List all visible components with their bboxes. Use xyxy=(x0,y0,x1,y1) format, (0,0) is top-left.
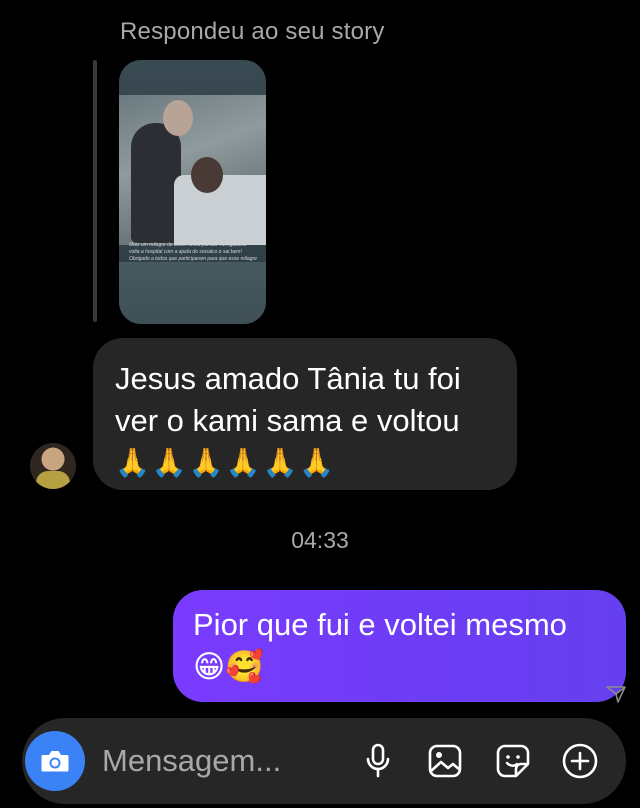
voice-message-button[interactable] xyxy=(357,740,399,782)
message-input[interactable] xyxy=(102,740,342,782)
story-photo xyxy=(119,95,266,245)
message-text-line: Pior que fui e voltei mesmo xyxy=(193,607,567,642)
message-emoji-line: 😁🥰 xyxy=(193,649,264,684)
camera-icon xyxy=(41,751,69,772)
incoming-message-bubble[interactable]: Jesus amado Tânia tu foi ver o kami sama… xyxy=(93,338,517,490)
sender-avatar[interactable] xyxy=(30,443,76,489)
message-text-line: ver o kami sama e voltou xyxy=(115,403,460,438)
message-timestamp: 04:33 xyxy=(291,527,349,553)
seen-icon xyxy=(606,686,626,703)
story-thumbnail[interactable]: Mais um milagre de Deus nessa parada #am… xyxy=(119,60,266,324)
outgoing-message-bubble[interactable]: Pior que fui e voltei mesmo 😁🥰 xyxy=(173,590,626,702)
plus-circle-icon xyxy=(562,743,598,779)
story-hospital-bed xyxy=(174,175,266,245)
reply-indicator-bar xyxy=(93,60,97,322)
story-person-head xyxy=(163,100,193,136)
sticker-icon xyxy=(496,744,530,778)
story-patient-head xyxy=(191,157,223,193)
story-bottom-area xyxy=(119,262,266,324)
image-icon xyxy=(428,744,462,778)
more-options-button[interactable] xyxy=(559,740,601,782)
microphone-icon xyxy=(366,743,390,778)
sticker-button[interactable] xyxy=(492,740,534,782)
camera-button[interactable] xyxy=(25,731,85,791)
message-text-line: Jesus amado Tânia tu foi xyxy=(115,361,461,396)
gallery-button[interactable] xyxy=(424,740,466,782)
reply-context-label: Respondeu ao seu story xyxy=(120,18,385,45)
message-emoji-line: 🙏🙏🙏🙏🙏🙏 xyxy=(115,447,337,478)
message-composer xyxy=(22,718,626,804)
